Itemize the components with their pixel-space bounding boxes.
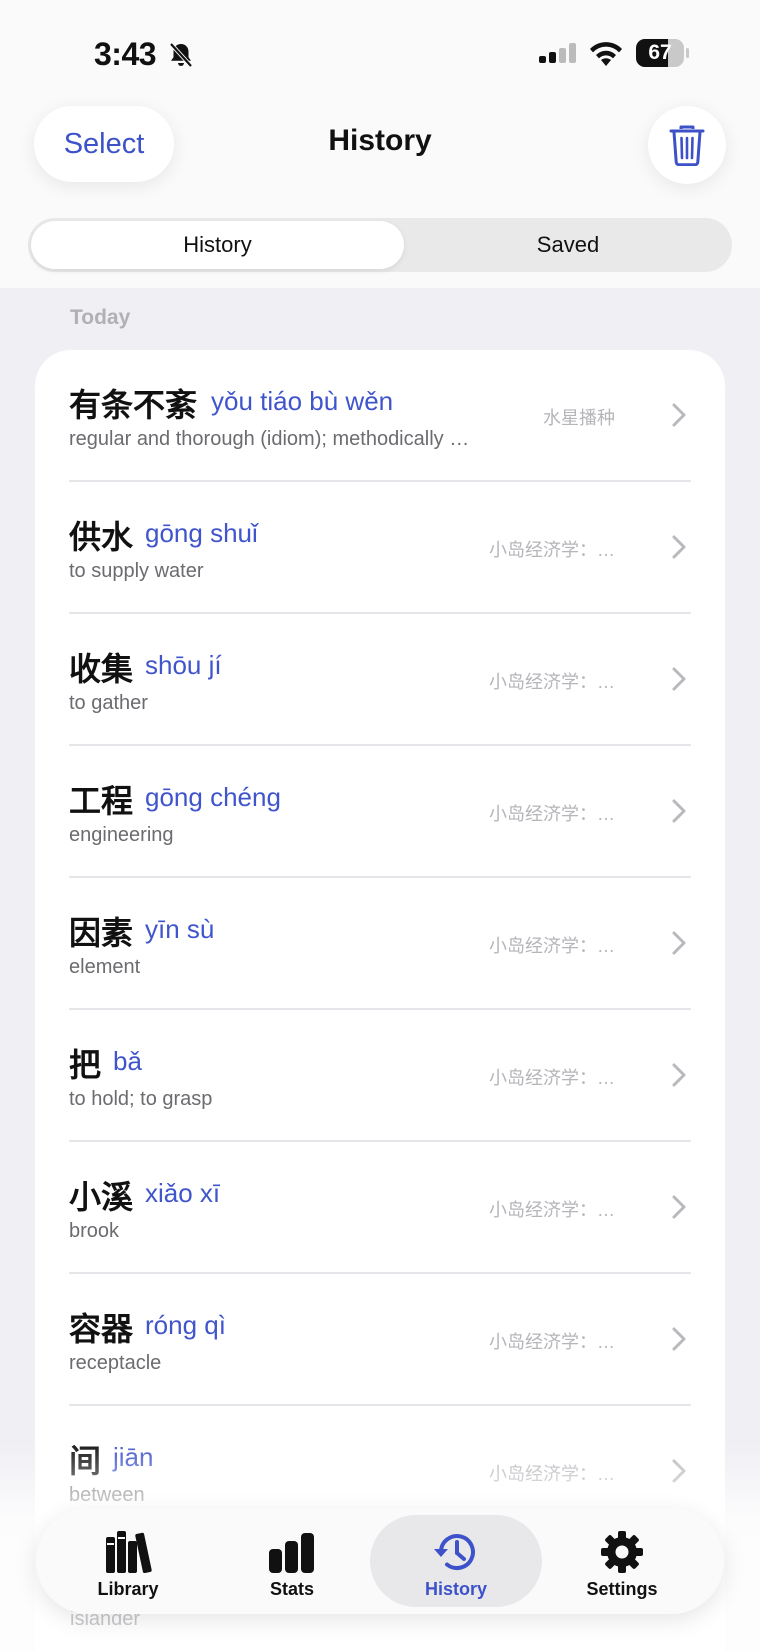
tab-history-label: History bbox=[424, 1579, 487, 1599]
history-saved-segment: History Saved bbox=[28, 218, 732, 272]
row-definition: element bbox=[69, 956, 141, 978]
row-source: 小岛经济学：… bbox=[489, 936, 615, 956]
row-hanzi: 因素 bbox=[69, 914, 134, 952]
battery-percent: 67 bbox=[648, 41, 672, 64]
tab-library-label: Library bbox=[97, 1579, 159, 1599]
history-icon bbox=[434, 1534, 475, 1570]
gear-icon bbox=[601, 1531, 643, 1573]
row-definition: receptacle bbox=[69, 1352, 162, 1374]
tab-library[interactable]: Library bbox=[42, 1515, 214, 1607]
history-row[interactable]: 有条不紊 yǒu tiáo bù wěn regular and thorough … bbox=[35, 350, 725, 482]
row-hanzi: 小溪 bbox=[69, 1178, 134, 1216]
wifi-icon bbox=[590, 42, 622, 66]
row-source: 小岛经济学：… bbox=[489, 1200, 615, 1220]
row-hanzi: 把 bbox=[69, 1046, 102, 1084]
section-label-today: Today bbox=[70, 306, 131, 329]
row-hanzi: 工程 bbox=[69, 782, 134, 820]
row-source: 水星播种 bbox=[543, 408, 615, 428]
row-source: 小岛经济学：… bbox=[489, 672, 615, 692]
trash-icon bbox=[669, 125, 705, 166]
status-bar: 3:43 67 bbox=[0, 30, 760, 82]
row-pinyin: gōng chéng bbox=[145, 782, 281, 812]
trash-button[interactable] bbox=[648, 106, 726, 184]
row-pinyin: shōu jí bbox=[145, 650, 222, 680]
chevron-right-icon bbox=[672, 1327, 686, 1351]
row-definition: brook bbox=[69, 1220, 120, 1242]
row-source: 小岛经济学：… bbox=[489, 1068, 615, 1088]
status-time: 3:43 bbox=[94, 36, 157, 72]
tab-stats-label: Stats bbox=[269, 1579, 314, 1599]
row-definition: regular and thorough (idiom); methodical… bbox=[69, 428, 479, 450]
row-source: 小岛经济学：… bbox=[489, 540, 615, 560]
row-pinyin: bǎ bbox=[113, 1046, 142, 1076]
bell-slash-icon bbox=[169, 42, 193, 68]
tab-stats[interactable]: Stats bbox=[206, 1515, 378, 1607]
history-row[interactable]: 工程 gōng chéng engineering 小岛经济学：… bbox=[35, 746, 725, 878]
chevron-right-icon bbox=[672, 1063, 686, 1087]
row-source: 小岛经济学：… bbox=[489, 804, 615, 824]
history-row[interactable]: 供水 gōng shuǐ to supply water 小岛经济学：… bbox=[35, 482, 725, 614]
history-row[interactable]: 把 bǎ to hold; to grasp 小岛经济学：… bbox=[35, 1010, 725, 1142]
row-pinyin: yīn sù bbox=[145, 914, 215, 944]
tab-settings[interactable]: Settings bbox=[536, 1515, 708, 1607]
library-icon bbox=[106, 1531, 152, 1574]
row-hanzi: 容器 bbox=[69, 1310, 134, 1348]
row-pinyin: gōng shuǐ bbox=[145, 518, 258, 548]
tab-settings-label: Settings bbox=[586, 1579, 658, 1599]
tab-history[interactable]: History bbox=[370, 1515, 542, 1607]
row-definition: to gather bbox=[69, 692, 148, 714]
history-row[interactable]: 收集 shōu jí to gather 小岛经济学：… bbox=[35, 614, 725, 746]
row-hanzi: 有条不紊 bbox=[69, 386, 198, 424]
history-row[interactable]: 容器 róng qì receptacle 小岛经济学：… bbox=[35, 1274, 725, 1406]
page-title: History bbox=[328, 124, 432, 157]
tab-bar: Library Stats History Settings bbox=[36, 1508, 724, 1614]
history-row[interactable]: 小溪 xiǎo xī brook 小岛经济学：… bbox=[35, 1142, 725, 1274]
signal-icon bbox=[539, 43, 576, 63]
row-source: 小岛经济学：… bbox=[489, 1332, 615, 1352]
battery-icon: 67 bbox=[636, 39, 689, 67]
row-definition: to supply water bbox=[69, 560, 204, 582]
battery-nub bbox=[686, 48, 689, 58]
chevron-right-icon bbox=[672, 403, 686, 427]
chevron-right-icon bbox=[672, 799, 686, 823]
chevron-right-icon bbox=[672, 931, 686, 955]
row-pinyin: yǒu tiáo bù wěn bbox=[211, 386, 394, 416]
row-definition: engineering bbox=[69, 824, 174, 846]
row-definition: to hold; to grasp bbox=[69, 1088, 213, 1110]
row-hanzi: 收集 bbox=[69, 650, 134, 688]
row-pinyin: xiǎo xī bbox=[145, 1178, 221, 1208]
chevron-right-icon bbox=[672, 1195, 686, 1219]
row-pinyin: róng qì bbox=[145, 1310, 226, 1340]
chevron-right-icon bbox=[672, 535, 686, 559]
select-button[interactable]: Select bbox=[34, 106, 174, 182]
chevron-right-icon bbox=[672, 667, 686, 691]
segment-history[interactable]: History bbox=[31, 221, 404, 269]
history-row[interactable]: 因素 yīn sù element 小岛经济学：… bbox=[35, 878, 725, 1010]
history-screen: 3:43 67 Select History History Saved Tod… bbox=[0, 0, 760, 1651]
row-hanzi: 供水 bbox=[69, 518, 134, 556]
segment-saved[interactable]: Saved bbox=[408, 221, 728, 269]
stats-icon bbox=[269, 1533, 314, 1573]
